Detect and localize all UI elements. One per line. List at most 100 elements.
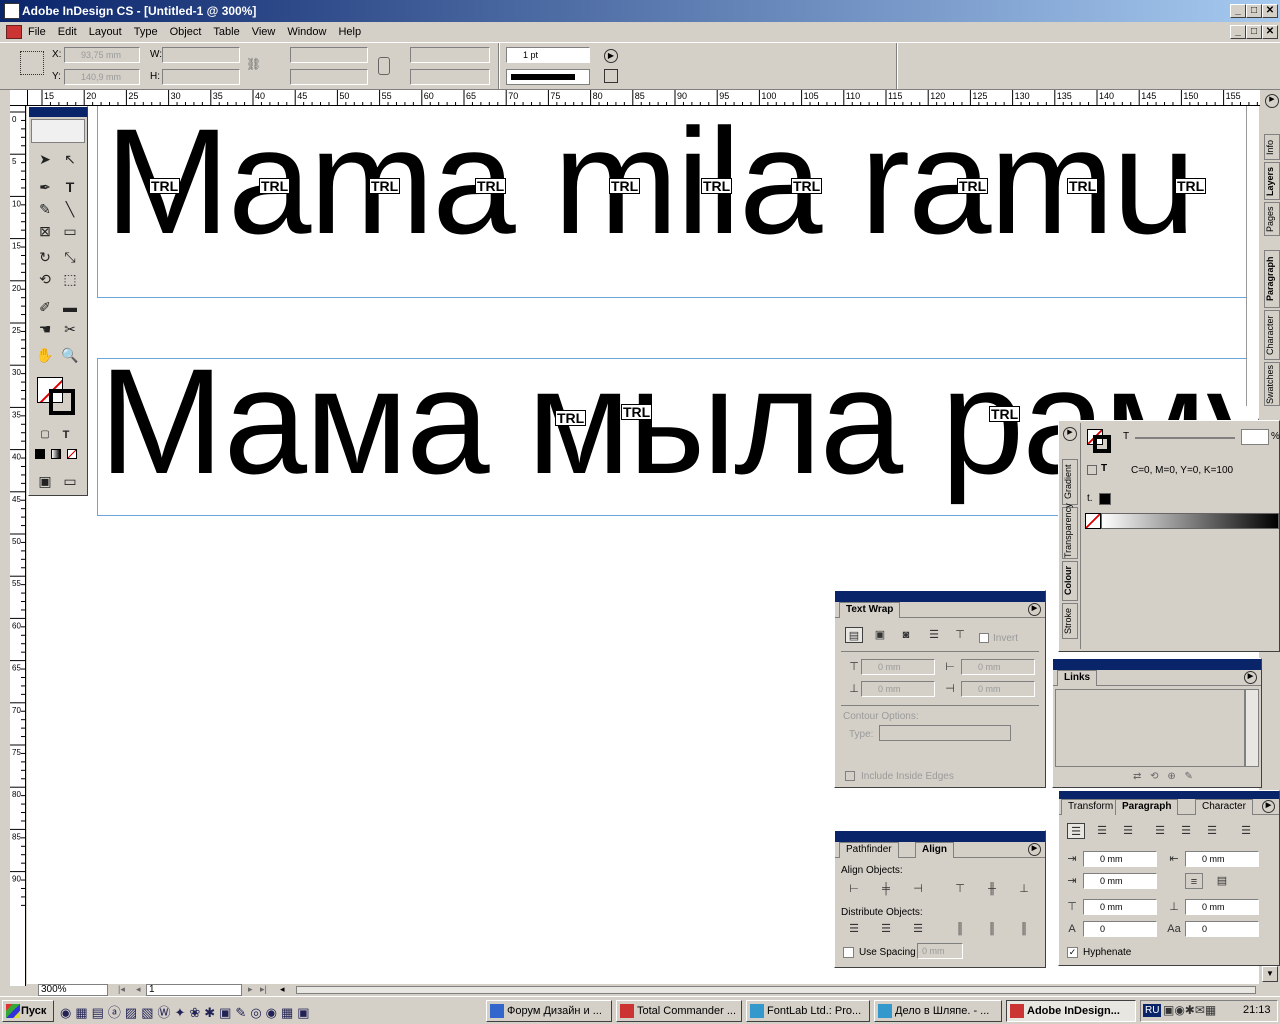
next-page-icon[interactable]: ▸	[248, 984, 260, 996]
horizontal-ruler[interactable]: 15 20 25 30 35 40 45 50 55 60 65 70 75 80 85 90 95 100 105…	[28, 90, 1260, 106]
top-offset-field[interactable]: 0 mm	[861, 659, 935, 675]
include-inside-edges-checkbox[interactable]	[845, 771, 855, 781]
shear-tool-icon[interactable]: ⟲	[34, 269, 56, 289]
links-actions-icons[interactable]: ⇄ ⟲ ⊕ ✎	[1133, 771, 1253, 783]
drop-cap-lines-field[interactable]: 0	[1083, 921, 1157, 937]
stroke-type-dropdown[interactable]	[506, 69, 590, 85]
last-page-icon[interactable]: ▸|	[260, 984, 276, 996]
tab-paragraph-panel[interactable]: Paragraph	[1115, 799, 1179, 815]
doc-restore-button[interactable]: □	[1246, 25, 1262, 39]
none-swatch[interactable]	[1085, 513, 1101, 529]
stroke-weight-field[interactable]: 1 pt	[506, 47, 590, 63]
pen-tool-icon[interactable]: ✒	[34, 177, 56, 197]
space-after-field[interactable]: 0 mm	[1185, 899, 1259, 915]
distribute-v-centers-icon[interactable]: ☰	[877, 921, 895, 937]
scissors-tool-icon[interactable]: ✂	[59, 319, 81, 339]
text-wrap-menu-icon[interactable]: ▶	[1028, 603, 1041, 616]
menu-table[interactable]: Table	[207, 22, 245, 42]
formatting-text-icon[interactable]: T	[55, 425, 77, 445]
side-panel-menu-icon[interactable]: ▶	[1265, 94, 1279, 108]
menu-layout[interactable]: Layout	[83, 22, 128, 42]
align-right-edges-icon[interactable]: ⊣	[909, 881, 927, 897]
scale-y-field[interactable]	[290, 69, 368, 85]
distribute-top-icon[interactable]: ☰	[845, 921, 863, 937]
horizontal-scrollbar[interactable]	[296, 986, 1256, 994]
tab-transform[interactable]: Transform	[1061, 799, 1121, 815]
links-menu-icon[interactable]: ▶	[1244, 671, 1257, 684]
h-field[interactable]	[162, 69, 240, 85]
container-mode-icon[interactable]	[1087, 465, 1097, 475]
toolbox-titlebar[interactable]	[29, 107, 87, 117]
wrap-object-shape-icon[interactable]: ◙	[897, 627, 915, 643]
task-delo[interactable]: Дело в Шляпе. - ...	[874, 1000, 1002, 1022]
colour-panel-menu-icon[interactable]: ▶	[1063, 427, 1077, 441]
eyedropper-tool-icon[interactable]: ✐	[34, 297, 56, 317]
palette-menu-icon[interactable]: ▶	[604, 49, 618, 63]
menu-type[interactable]: Type	[128, 22, 164, 42]
align-v-centers-icon[interactable]: ╫	[983, 881, 1001, 897]
tab-swatches[interactable]: Swatches	[1264, 362, 1280, 406]
scale-tool-icon[interactable]: ⤡	[59, 247, 81, 267]
tab-character[interactable]: Character	[1264, 310, 1280, 360]
links-scrollbar[interactable]	[1245, 689, 1259, 767]
distribute-bottom-icon[interactable]: ☰	[909, 921, 927, 937]
rotation-field[interactable]	[410, 47, 490, 63]
text-mode-icon[interactable]: T	[1101, 463, 1107, 474]
menu-view[interactable]: View	[246, 22, 282, 42]
black-swatch[interactable]	[1099, 493, 1111, 505]
drop-cap-chars-field[interactable]: 0	[1185, 921, 1259, 937]
tab-colour[interactable]: Colour	[1062, 561, 1078, 601]
no-wrap-icon[interactable]: ▤	[845, 627, 863, 643]
apply-color-icon[interactable]	[35, 449, 45, 459]
pencil-tool-icon[interactable]: ✎	[34, 199, 56, 219]
tab-align[interactable]: Align	[915, 842, 954, 858]
links-titlebar[interactable]	[1053, 659, 1261, 670]
distribute-left-icon[interactable]: ║	[951, 921, 969, 937]
align-titlebar[interactable]	[835, 831, 1045, 842]
doc-minimize-button[interactable]: _	[1230, 25, 1246, 39]
minimize-button[interactable]: _	[1230, 4, 1246, 18]
gradient-tool-icon[interactable]: ▬	[59, 297, 81, 317]
tab-info[interactable]: Info	[1264, 134, 1280, 160]
jump-object-icon[interactable]: ☰	[925, 627, 943, 643]
x-field[interactable]: 93,75 mm	[64, 47, 140, 63]
constrain-proportions-icon[interactable]: ⛓	[246, 57, 261, 73]
tab-stroke[interactable]: Stroke	[1062, 603, 1078, 639]
document-icon[interactable]	[6, 25, 22, 39]
quick-launch-icons[interactable]: ◉▦▤ⓐ▨▧Ⓦ✦❀✱▣✎◎◉▦▣	[60, 1002, 480, 1020]
wrap-bounding-box-icon[interactable]: ▣	[871, 627, 889, 643]
language-indicator[interactable]: RU	[1143, 1004, 1162, 1017]
shear-field[interactable]	[410, 69, 490, 85]
links-list[interactable]	[1055, 689, 1245, 767]
y-field[interactable]: 140,9 mm	[64, 69, 140, 85]
menu-object[interactable]: Object	[164, 22, 208, 42]
distribute-h-centers-icon[interactable]: ║	[983, 921, 1001, 937]
contour-type-dropdown[interactable]	[879, 725, 1011, 741]
align-bottom-edges-icon[interactable]: ⊥	[1015, 881, 1033, 897]
bottom-offset-field[interactable]: 0 mm	[861, 681, 935, 697]
page-field[interactable]: 1	[146, 984, 242, 996]
tab-gradient[interactable]: Gradient	[1062, 459, 1078, 505]
hyphenate-checkbox[interactable]: ✓	[1067, 947, 1078, 958]
zoom-field[interactable]: 300%	[38, 984, 108, 996]
maximize-button[interactable]: □	[1246, 4, 1262, 18]
align-menu-icon[interactable]: ▶	[1028, 843, 1041, 856]
scroll-left-icon[interactable]: ◂	[280, 984, 294, 996]
line-tool-icon[interactable]: ╲	[59, 199, 81, 219]
first-page-icon[interactable]: |◂	[118, 984, 134, 996]
paragraph-menu-icon[interactable]: ▶	[1262, 800, 1275, 813]
align-center-icon[interactable]: ☰	[1093, 823, 1111, 839]
adobe-online-icon[interactable]	[31, 119, 85, 143]
scroll-down-button[interactable]: ▼	[1262, 966, 1278, 982]
use-spacing-checkbox[interactable]	[843, 947, 854, 958]
align-top-edges-icon[interactable]: ⊤	[951, 881, 969, 897]
preview-view-icon[interactable]: ▭	[59, 471, 81, 491]
colour-stroke-swatch[interactable]	[1093, 435, 1111, 453]
align-h-centers-icon[interactable]: ╪	[877, 881, 895, 897]
align-left-edges-icon[interactable]: ⊢	[845, 881, 863, 897]
left-indent-field[interactable]: 0 mm	[1083, 851, 1157, 867]
baseline-grid-on-icon[interactable]: ▤	[1213, 873, 1231, 889]
justify-right-icon[interactable]: ☰	[1203, 823, 1221, 839]
stroke-swatch[interactable]	[49, 389, 75, 415]
button-tool-icon[interactable]: ☚	[34, 319, 56, 339]
